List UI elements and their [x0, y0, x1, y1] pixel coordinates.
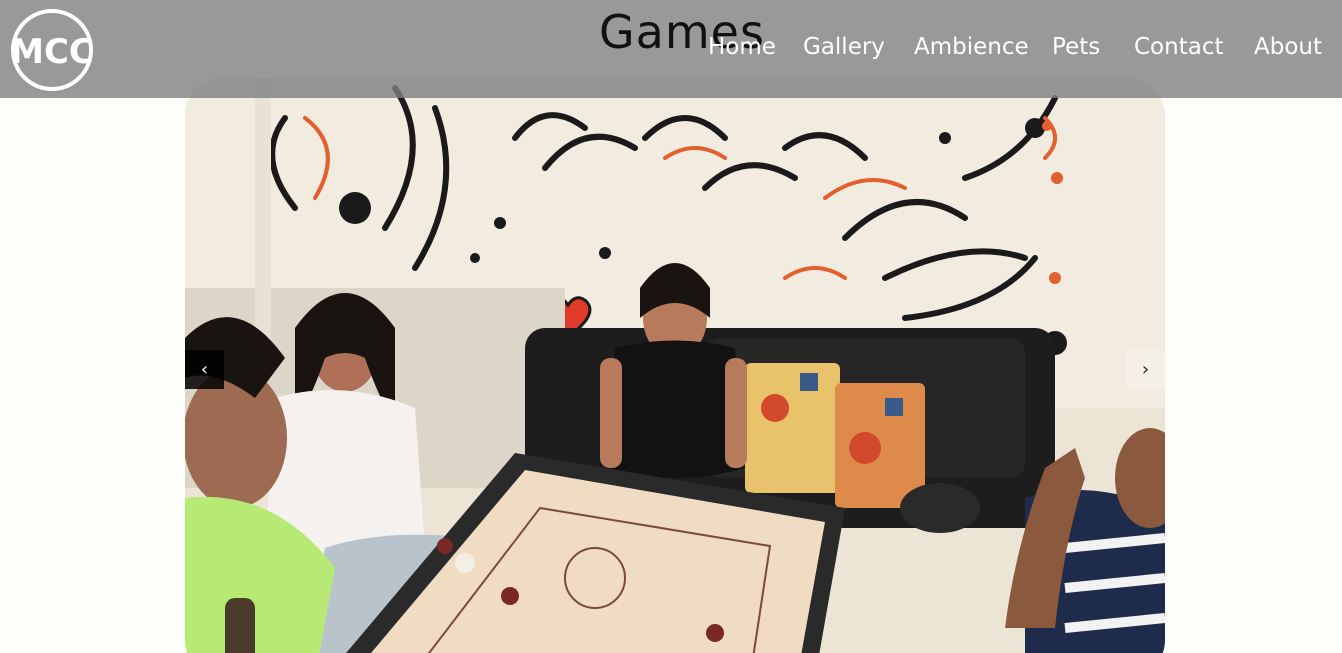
- main-nav: Home Gallery Ambience Pets Contact About: [0, 34, 1342, 70]
- carousel-next-button[interactable]: ›: [1126, 350, 1165, 389]
- nav-link-about[interactable]: About: [1254, 34, 1322, 60]
- nav-link-contact[interactable]: Contact: [1134, 34, 1223, 60]
- nav-link-home[interactable]: Home: [708, 34, 776, 60]
- page: ‹ › MCC Games Home Gallery Ambience Pets…: [0, 0, 1342, 653]
- nav-link-ambience[interactable]: Ambience: [914, 34, 1029, 60]
- image-carousel: ‹ ›: [185, 78, 1165, 653]
- nav-link-pets[interactable]: Pets: [1052, 34, 1100, 60]
- nav-link-gallery[interactable]: Gallery: [803, 34, 885, 60]
- carousel-prev-button[interactable]: ‹: [185, 350, 224, 389]
- carousel-slide-photo: [185, 78, 1165, 653]
- top-navbar: MCC Games Home Gallery Ambience Pets Con…: [0, 0, 1342, 98]
